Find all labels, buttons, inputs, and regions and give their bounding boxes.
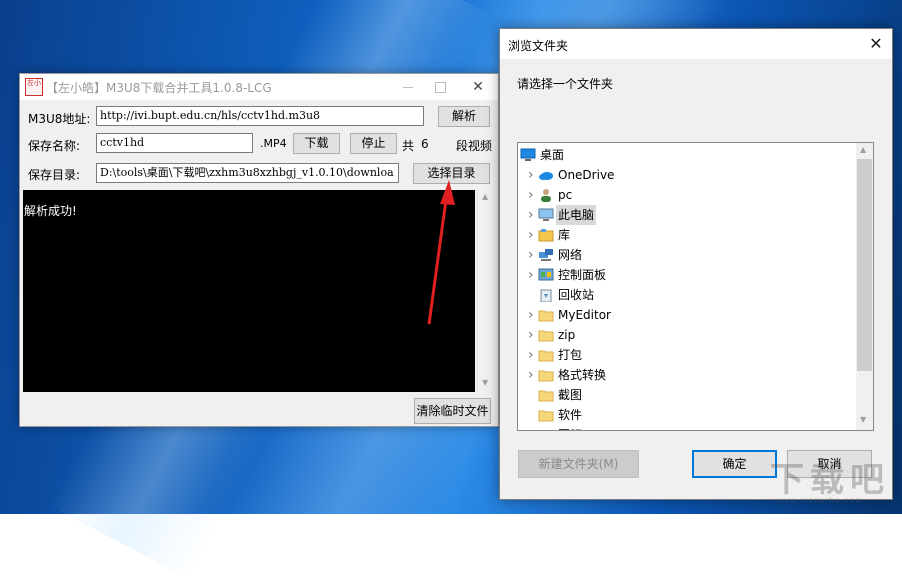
tree-item[interactable]: › OneDrive — [518, 165, 854, 185]
chevron-right-icon[interactable]: › — [528, 345, 538, 365]
parse-button[interactable]: 解析 — [438, 106, 490, 127]
chevron-right-icon[interactable]: › — [528, 245, 538, 265]
log-text: 解析成功! — [24, 204, 77, 218]
site-watermark-logo: 下载吧 www.xiazaiba.com — [770, 460, 890, 505]
user-icon — [538, 188, 554, 202]
save-dir-label: 保存目录: — [28, 168, 81, 182]
cloud-icon — [538, 168, 554, 182]
minimize-button[interactable] — [390, 74, 426, 100]
tree-item[interactable]: › pc — [518, 185, 854, 205]
chevron-right-icon[interactable]: › — [528, 185, 538, 205]
log-console[interactable]: 解析成功! — [23, 190, 475, 392]
chevron-right-icon[interactable]: › — [528, 325, 538, 345]
chevron-right-icon[interactable]: › — [528, 265, 538, 285]
maximize-icon — [434, 82, 446, 93]
file-extension-label: .MP4 — [260, 137, 287, 150]
tree-item[interactable]: 截图 — [518, 385, 854, 405]
tree-item[interactable]: › 网络 — [518, 245, 854, 265]
download-button[interactable]: 下载 — [293, 133, 340, 154]
tool-title: 【左小皓】M3U8下载合并工具1.0.8-LCG — [46, 81, 272, 95]
tree-item-label: 图标 — [558, 425, 582, 430]
segment-count: 6 — [421, 137, 429, 151]
close-icon: ✕ — [472, 79, 484, 95]
folder-icon — [538, 368, 554, 382]
total-prefix: 共 — [402, 139, 415, 153]
scroll-up-icon[interactable]: ▲ — [482, 192, 488, 201]
library-icon — [538, 228, 554, 242]
tree-item-label: 网络 — [558, 248, 583, 262]
chevron-right-icon[interactable]: › — [528, 225, 538, 245]
chevron-right-icon[interactable]: › — [528, 205, 538, 225]
tree-item-label: 截图 — [558, 388, 583, 402]
dialog-close-button[interactable]: ✕ — [862, 31, 890, 57]
tree-item-label: 库 — [558, 228, 571, 242]
clear-temp-files-button[interactable]: 清除临时文件 — [414, 398, 491, 424]
tree-item-label: pc — [558, 188, 573, 202]
desktop-icon — [520, 148, 536, 162]
tree-item[interactable]: › MyEditor — [518, 305, 854, 325]
tree-item-label: 桌面 — [540, 148, 565, 162]
dialog-titlebar[interactable]: 浏览文件夹 ✕ — [500, 29, 892, 59]
save-dir-input[interactable]: D:\tools\桌面\下载吧\zxhm3u8xzhbgj_v1.0.10\do… — [96, 163, 399, 183]
close-icon: ✕ — [869, 34, 883, 53]
m3u8-url-input[interactable]: http://ivi.bupt.edu.cn/hls/cctv1hd.m3u8 — [96, 106, 424, 126]
tree-item-label: 此电脑 — [556, 205, 597, 225]
select-dir-button[interactable]: 选择目录 — [413, 163, 490, 184]
tree-item[interactable]: › 此电脑 — [518, 205, 854, 225]
tree-item-label: zip — [558, 328, 576, 342]
tree-item-label: 打包 — [558, 348, 583, 362]
folder-tree[interactable]: 图标软件截图›格式转换›打包›zip›MyEditor回收站›控制面板›网络›库… — [517, 142, 874, 431]
tree-item[interactable]: › 打包 — [518, 345, 854, 365]
total-suffix: 段视频 — [456, 139, 493, 153]
folder-icon — [538, 388, 554, 402]
app-seal-icon: 左小 — [25, 78, 43, 96]
folder-icon — [538, 408, 554, 422]
tree-item[interactable]: 回收站 — [518, 285, 854, 305]
tree-item[interactable]: 软件 — [518, 405, 854, 425]
ok-button[interactable]: 确定 — [692, 450, 777, 478]
tree-item[interactable]: › zip — [518, 325, 854, 345]
folder-icon — [538, 348, 554, 362]
tree-item-label: 软件 — [558, 408, 583, 422]
tree-item[interactable]: › 控制面板 — [518, 265, 854, 285]
stop-button[interactable]: 停止 — [350, 133, 397, 154]
m3u8-tool-window: 左小 【左小皓】M3U8下载合并工具1.0.8-LCG ✕ M3U8地址: ht… — [19, 73, 499, 427]
scroll-down-icon[interactable]: ▼ — [860, 415, 866, 424]
tree-item-label: 格式转换 — [558, 368, 607, 382]
console-scrollbar[interactable]: ▲ ▼ — [477, 190, 494, 392]
tree-item[interactable]: 图标 — [518, 425, 854, 430]
scroll-down-icon[interactable]: ▼ — [482, 378, 488, 387]
control-panel-icon — [538, 268, 554, 282]
m3u8-url-label: M3U8地址: — [28, 112, 91, 126]
tree-item[interactable]: › 库 — [518, 225, 854, 245]
recycle-bin-icon — [538, 288, 554, 303]
tree-item[interactable]: 桌面 — [518, 145, 854, 165]
chevron-right-icon[interactable]: › — [528, 305, 538, 325]
save-name-label: 保存名称: — [28, 139, 81, 153]
tree-item-label: 控制面板 — [558, 268, 607, 282]
tree-scrollbar[interactable]: ▲ ▼ — [856, 143, 873, 430]
save-name-input[interactable]: cctv1hd — [96, 133, 253, 153]
chevron-right-icon[interactable]: › — [528, 365, 538, 385]
tree-item[interactable]: › 格式转换 — [518, 365, 854, 385]
scrollbar-thumb[interactable] — [857, 159, 872, 371]
folder-icon — [538, 428, 554, 430]
tool-titlebar[interactable]: 左小 【左小皓】M3U8下载合并工具1.0.8-LCG ✕ — [20, 74, 498, 100]
minimize-icon — [403, 87, 413, 88]
maximize-button[interactable] — [422, 74, 458, 100]
scroll-up-icon[interactable]: ▲ — [860, 145, 866, 154]
tree-item-label: MyEditor — [558, 308, 611, 322]
computer-icon — [538, 208, 554, 222]
dialog-title: 浏览文件夹 — [508, 39, 569, 53]
tree-item-label: 回收站 — [558, 288, 595, 302]
chevron-right-icon[interactable]: › — [528, 165, 538, 185]
tree-item-label: OneDrive — [558, 168, 615, 182]
folder-icon — [538, 328, 554, 342]
folder-icon — [538, 308, 554, 322]
browse-folder-dialog: 浏览文件夹 ✕ 请选择一个文件夹 图标 软件 截图 › 格式转换 › 打包 › zip › MyEd… — [499, 28, 893, 500]
new-folder-button[interactable]: 新建文件夹(M) — [518, 450, 639, 478]
close-button[interactable]: ✕ — [460, 74, 496, 100]
dialog-prompt: 请选择一个文件夹 — [517, 77, 614, 91]
network-icon — [538, 248, 554, 262]
